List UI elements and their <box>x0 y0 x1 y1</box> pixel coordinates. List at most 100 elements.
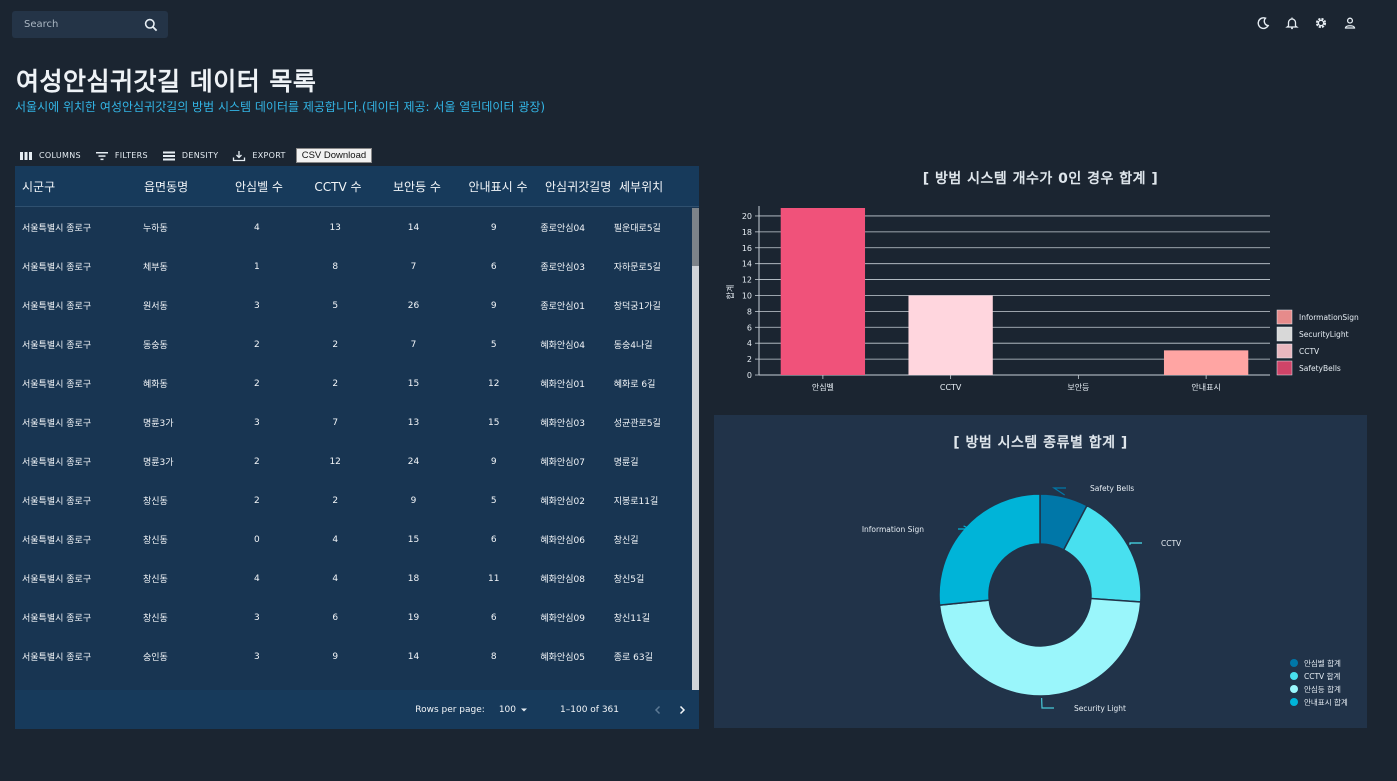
table-cell: 동숭4나길 <box>613 341 653 351</box>
slice-label: Safety Bells <box>1090 484 1134 493</box>
y-tick-label: 8 <box>747 307 752 316</box>
legend-swatch <box>1290 672 1298 680</box>
table-cell: 혜화안심04 <box>540 341 585 351</box>
density-button[interactable]: DENSITY <box>162 150 219 162</box>
search-input[interactable] <box>24 19 144 30</box>
legend-swatch <box>1276 343 1293 359</box>
y-tick-label: 4 <box>747 339 752 348</box>
table-cell: 창신동 <box>142 497 168 507</box>
search-icon[interactable] <box>144 18 158 32</box>
table-row[interactable]: 서울특별시 종로구 체부동 1 8 7 6 종로안심03 자하문로5길 <box>15 247 691 286</box>
column-header[interactable]: 안심귀갓길명 <box>537 178 617 195</box>
filters-button[interactable]: FILTERS <box>95 150 148 162</box>
table-cell: 창덕궁1가길 <box>613 302 661 312</box>
table-cell: 서울특별시 종로구 <box>22 224 92 234</box>
bar[interactable] <box>780 208 866 375</box>
user-icon[interactable] <box>1343 16 1357 30</box>
column-header[interactable]: 시군구 <box>15 178 137 195</box>
table-cell: 2 <box>254 456 260 467</box>
table-cell: 2 <box>332 339 339 350</box>
export-button[interactable]: EXPORT <box>232 150 285 162</box>
column-header[interactable]: 안심벨 수 <box>217 178 301 195</box>
grid-toolbar: COLUMNS FILTERS DENSITY EXPORT CSV Downl… <box>19 148 373 163</box>
table-row[interactable]: 서울특별시 종로구 숭인동 3 9 14 8 혜화안심05 종로 63길 <box>15 637 691 676</box>
bar-chart-svg: 0 2 4 6 8 10 12 14 16 18 20 합계안심벨 CCTV 보안등 안내표시 Informa… <box>725 206 1359 392</box>
column-header[interactable]: 세부위치 <box>617 178 697 195</box>
table-cell: 4 <box>332 573 339 584</box>
rows-per-page-select[interactable]: 100 <box>499 705 528 715</box>
filter-icon <box>95 151 108 160</box>
table-cell: 숭인동 <box>142 653 168 663</box>
table-cell: 2 <box>254 495 260 506</box>
table-row[interactable]: 서울특별시 종로구 동숭동 2 2 7 5 혜화안심04 동숭4나길 <box>15 325 691 364</box>
table-cell: 6 <box>490 534 497 545</box>
table-cell: 종로안심04 <box>540 224 585 234</box>
table-cell: 3 <box>254 300 260 311</box>
table-cell: 창신동 <box>142 614 168 624</box>
table-cell: 혜화로 6길 <box>613 380 656 390</box>
search-box[interactable] <box>12 11 168 38</box>
bar[interactable] <box>1163 350 1249 375</box>
table-cell: 원서동 <box>142 302 168 312</box>
table-cell: 15 <box>407 534 420 545</box>
table-row[interactable]: 서울특별시 종로구 원서동 3 5 26 9 종로안심01 창덕궁1가길 <box>15 286 691 325</box>
prev-page-button[interactable] <box>651 703 665 717</box>
table-cell: 종로 63길 <box>613 653 653 663</box>
donut-slice[interactable] <box>938 597 1142 697</box>
slice-label: Information Sign <box>862 525 924 534</box>
data-table: 시군구 읍면동명 안심벨 수 CCTV 수 보안등 수 안내표시 수 안심귀갓길… <box>15 166 699 729</box>
table-row[interactable]: 서울특별시 종로구 혜화동 2 2 15 12 혜화안심01 혜화로 6길 <box>15 364 691 403</box>
table-cell: 창신길 <box>613 536 639 546</box>
gear-icon[interactable] <box>1314 16 1328 30</box>
table-row[interactable]: 서울특별시 종로구 명륜3가 2 12 24 9 혜화안심07 명륜길 <box>15 442 691 481</box>
table-row[interactable]: 서울특별시 종로구 창신동 2 2 9 5 혜화안심02 지봉로11길 <box>15 481 691 520</box>
table-row[interactable]: 서울특별시 종로구 창신동 0 4 15 6 혜화안심06 창신길 <box>15 520 691 559</box>
table-cell: 2 <box>332 495 339 506</box>
table-cell: 혜화안심08 <box>540 575 585 585</box>
legend-swatch <box>1290 698 1298 706</box>
table-row[interactable]: 서울특별시 종로구 창신동 4 4 18 11 혜화안심08 창신5길 <box>15 559 691 598</box>
table-cell: 성균관로5길 <box>613 419 661 429</box>
table-cell: 4 <box>254 222 260 233</box>
columns-button[interactable]: COLUMNS <box>19 150 81 162</box>
table-cell: 6 <box>490 612 497 623</box>
legend-label: 안심등 합계 <box>1304 684 1341 694</box>
column-header[interactable]: 안내표시 수 <box>459 178 537 195</box>
table-cell: 14 <box>407 222 420 233</box>
csv-download-button[interactable]: CSV Download <box>295 148 373 163</box>
legend-label: InformationSign <box>1299 313 1359 322</box>
legend-label: SafetyBells <box>1299 364 1341 373</box>
table-row[interactable]: 서울특별시 종로구 창신동 3 6 19 6 혜화안심09 창신11길 <box>15 598 691 637</box>
legend-label: 안심벨 합계 <box>1304 658 1341 668</box>
bar[interactable] <box>908 295 993 375</box>
table-cell: 혜화안심07 <box>540 458 585 468</box>
legend-label: SecurityLight <box>1299 330 1349 339</box>
table-cell: 13 <box>407 417 420 428</box>
column-header[interactable]: 보안등 수 <box>375 178 459 195</box>
table-pagination: Rows per page: 100 1–100 of 361 <box>15 690 699 729</box>
table-cell: 13 <box>329 222 341 233</box>
table-cell: 지봉로11길 <box>613 497 659 507</box>
bell-icon[interactable] <box>1285 16 1299 30</box>
column-header[interactable]: 읍면동명 <box>137 178 217 195</box>
table-cell: 6 <box>332 612 339 623</box>
slice-leader-line <box>1051 487 1066 496</box>
table-cell: 필운대로5길 <box>613 224 661 234</box>
density-icon <box>162 151 175 160</box>
export-label: EXPORT <box>252 151 286 160</box>
table-cell: 15 <box>487 417 500 428</box>
table-cell: 3 <box>254 651 260 662</box>
table-row[interactable]: 서울특별시 종로구 명륜3가 3 7 13 15 혜화안심03 성균관로5길 <box>15 403 691 442</box>
donut-slice[interactable] <box>938 493 1041 606</box>
table-scrollbar[interactable] <box>692 208 699 690</box>
table-cell: 체부동 <box>142 263 168 273</box>
moon-icon[interactable] <box>1256 16 1270 30</box>
table-cell: 8 <box>490 651 497 662</box>
chevron-left-icon <box>654 705 661 714</box>
scrollbar-thumb[interactable] <box>692 208 699 266</box>
y-tick-label: 2 <box>747 355 752 364</box>
next-page-button[interactable] <box>675 703 689 717</box>
column-header[interactable]: CCTV 수 <box>301 178 375 195</box>
table-row[interactable]: 서울특별시 종로구 누하동 4 13 14 9 종로안심04 필운대로5길 <box>15 208 691 247</box>
table-cell: 혜화동 <box>142 380 168 390</box>
